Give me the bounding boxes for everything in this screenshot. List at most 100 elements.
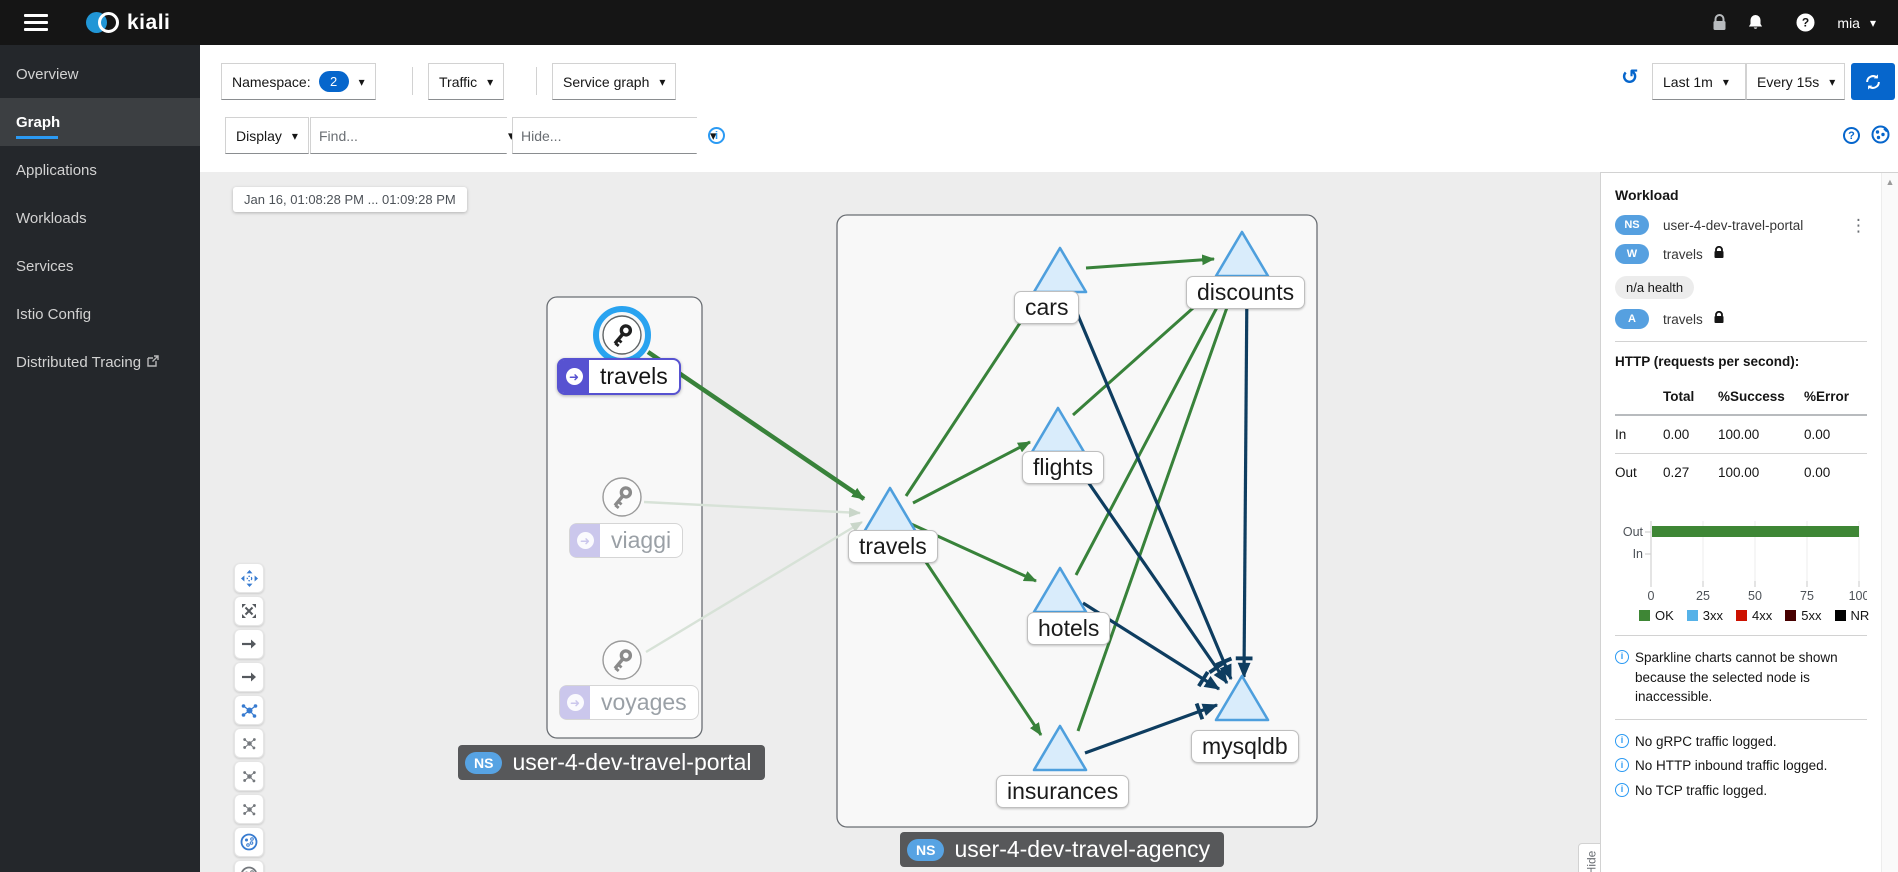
graph-namespace-layout-button-1[interactable] <box>234 827 264 857</box>
chevron-down-icon: ▾ <box>659 75 665 89</box>
node-label-insurances[interactable]: insurances <box>996 775 1129 808</box>
graph-pan-button[interactable] <box>234 563 264 593</box>
summary-panel: Workload NS user-4-dev-travel-portal ⋮ W… <box>1600 172 1898 872</box>
time-history-icon[interactable]: ↺ <box>1621 67 1639 88</box>
namespace-dropdown[interactable]: Namespace: 2 ▾ <box>221 63 376 100</box>
node-label-travels-service[interactable]: travels <box>848 530 938 563</box>
chart-cat-out: Out <box>1623 525 1644 539</box>
workload-node-viaggi[interactable] <box>603 478 641 516</box>
sidebar-item-graph[interactable]: Graph <box>0 98 200 146</box>
find-hide-info-icon[interactable]: i <box>708 127 725 144</box>
info-icon: i <box>1615 758 1629 772</box>
graph-canvas[interactable]: Jan 16, 01:08:28 PM ... 01:09:28 PM ➜ tr… <box>200 172 1600 872</box>
find-input[interactable] <box>311 118 508 153</box>
namespace-link[interactable]: user-4-dev-travel-portal <box>1663 218 1803 233</box>
legend-4xx-swatch <box>1736 610 1747 621</box>
info-icon: i <box>1615 783 1629 797</box>
sidebar-item-applications[interactable]: Applications <box>0 146 200 194</box>
sidebar-item-distributed-tracing[interactable]: Distributed Tracing <box>0 338 200 386</box>
graph-fit-button[interactable] <box>234 596 264 626</box>
svg-text:50: 50 <box>1748 589 1762 603</box>
graph-layout-button-1[interactable] <box>234 695 264 725</box>
hide-input-group: ▾ <box>512 117 697 154</box>
namespace-label-travel-agency[interactable]: NS user-4-dev-travel-agency <box>900 832 1224 867</box>
node-label-flights[interactable]: flights <box>1022 451 1104 484</box>
chevron-down-icon: ▾ <box>1723 75 1729 89</box>
app-link[interactable]: travels <box>1663 312 1703 327</box>
notice-grpc: i No gRPC traffic logged. <box>1615 732 1881 752</box>
brand-name: kiali <box>127 11 170 35</box>
notifications-bell-icon[interactable] <box>1737 14 1773 31</box>
divider <box>536 67 537 95</box>
sidebar-item-istio-config[interactable]: Istio Config <box>0 290 200 338</box>
graph-forward-arrow-button-1[interactable] <box>234 629 264 659</box>
hide-input[interactable] <box>513 118 710 153</box>
node-label-voyages[interactable]: ➜ voyages <box>559 685 699 720</box>
logo-circle-ring <box>98 12 119 33</box>
chevron-down-icon: ▾ <box>292 129 298 143</box>
chart-legend: OK 3xx 4xx 5xx NR <box>1639 608 1881 623</box>
refresh-interval-dropdown[interactable]: Every 15s ▾ <box>1746 63 1845 100</box>
kebab-menu-icon[interactable]: ⋮ <box>1850 217 1867 234</box>
http-rates-title: HTTP (requests per second): <box>1615 354 1881 369</box>
graph-layout-button-4[interactable] <box>234 794 264 824</box>
refresh-button[interactable] <box>1851 63 1895 100</box>
graph-layout-button-3[interactable] <box>234 761 264 791</box>
scroll-up-arrow-icon[interactable]: ▲ <box>1882 177 1898 187</box>
user-menu[interactable]: mia <box>1837 15 1860 31</box>
graph-time-range: Jan 16, 01:08:28 PM ... 01:09:28 PM <box>233 187 467 212</box>
sidebar-item-overview[interactable]: Overview <box>0 50 200 98</box>
ns-badge: NS <box>907 839 944 861</box>
duration-dropdown[interactable]: Last 1m ▾ <box>1652 63 1746 100</box>
workload-link[interactable]: travels <box>1663 247 1703 262</box>
panel-scrollbar[interactable]: ▲ <box>1881 173 1898 872</box>
graph-layout-button-2[interactable] <box>234 728 264 758</box>
refresh-icon <box>1864 73 1882 91</box>
graph-help-icon[interactable]: ? <box>1843 127 1860 144</box>
graph-namespace-layout-button-2[interactable] <box>234 860 264 872</box>
node-label-mysqldb[interactable]: mysqldb <box>1191 730 1299 763</box>
ns-badge: NS <box>465 752 502 774</box>
side-panel-hide-tab[interactable]: Hide <box>1578 843 1600 872</box>
svg-text:75: 75 <box>1800 589 1814 603</box>
help-icon[interactable]: ? <box>1787 13 1823 32</box>
svg-text:25: 25 <box>1696 589 1710 603</box>
mtls-lock-icon <box>1713 246 1725 262</box>
panel-workload-row: W travels <box>1615 244 1881 264</box>
graph-legend-icon[interactable] <box>1871 125 1890 149</box>
display-dropdown[interactable]: Display ▾ <box>225 117 309 154</box>
panel-namespace-row: NS user-4-dev-travel-portal ⋮ <box>1615 215 1881 235</box>
traffic-dropdown[interactable]: Traffic ▾ <box>428 63 504 100</box>
node-label-hotels[interactable]: hotels <box>1027 612 1110 645</box>
user-menu-caret-icon[interactable]: ▾ <box>1870 16 1876 30</box>
legend-nr-swatch <box>1835 610 1846 621</box>
divider <box>412 67 413 95</box>
col-error: %Error <box>1804 383 1867 414</box>
hamburger-menu-icon[interactable] <box>24 10 48 35</box>
mtls-lock-icon <box>1713 311 1725 327</box>
divider <box>1615 341 1867 342</box>
namespace-label-travel-portal[interactable]: NS user-4-dev-travel-portal <box>458 745 765 780</box>
rps-bar-chart: Out In 0 25 50 75 100 <box>1615 505 1867 603</box>
find-input-group: ▾ <box>310 117 507 154</box>
lock-icon[interactable] <box>1701 14 1737 31</box>
sidebar-item-services[interactable]: Services <box>0 242 200 290</box>
http-rates-table: Total %Success %Error In 0.00 100.00 0.0… <box>1615 383 1867 491</box>
graph-svg <box>200 172 1600 872</box>
workload-node-voyages[interactable] <box>603 641 641 679</box>
workload-node-travels[interactable] <box>596 309 648 361</box>
graph-forward-arrow-button-2[interactable] <box>234 662 264 692</box>
svg-text:100: 100 <box>1849 589 1867 603</box>
divider <box>1615 719 1867 720</box>
top-bar: kiali ? mia ▾ <box>0 0 1898 45</box>
graph-toolbar: Namespace: 2 ▾ Traffic ▾ Service graph ▾… <box>200 45 1898 172</box>
node-label-travels-workload[interactable]: ➜ travels <box>557 358 681 395</box>
workload-entry-badge-icon: ➜ <box>559 360 589 393</box>
sidebar-item-workloads[interactable]: Workloads <box>0 194 200 242</box>
node-label-cars[interactable]: cars <box>1014 291 1079 324</box>
node-label-discounts[interactable]: discounts <box>1186 276 1305 309</box>
graph-type-dropdown[interactable]: Service graph ▾ <box>552 63 676 100</box>
node-label-viaggi[interactable]: ➜ viaggi <box>569 523 683 558</box>
app-badge: A <box>1615 309 1649 329</box>
health-status-badge: n/a health <box>1615 276 1694 299</box>
